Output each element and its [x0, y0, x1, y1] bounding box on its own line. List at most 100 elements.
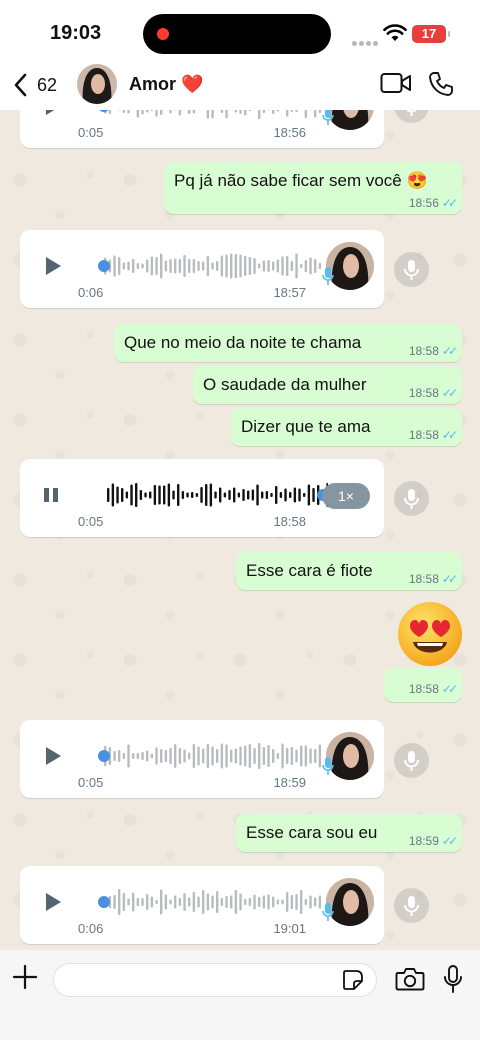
waveform-bar	[135, 483, 138, 507]
emoji-message[interactable]: 18:58 ✓✓	[384, 668, 462, 702]
waveform-bar	[150, 896, 154, 908]
waveform-bar	[141, 898, 144, 906]
waveform-bar	[172, 490, 175, 500]
unread-count[interactable]: 62	[37, 75, 57, 96]
waveform[interactable]	[98, 740, 322, 772]
waveform-bar	[211, 262, 214, 270]
message-meta: 18:58 ✓✓	[408, 386, 458, 400]
voice-message-playing[interactable]: 0:05 18:58 1×	[20, 459, 384, 537]
waveform-bar	[216, 261, 219, 271]
waveform-bar	[206, 744, 210, 768]
outgoing-message[interactable]: Que no meio da noite te chama 18:58 ✓✓	[114, 324, 462, 362]
play-icon[interactable]	[44, 892, 62, 912]
playback-thumb[interactable]	[98, 260, 110, 272]
waveform-bar	[233, 487, 236, 503]
message-meta: 18:58 ✓✓	[409, 428, 458, 442]
phone-icon[interactable]	[428, 71, 454, 97]
waveform-bar	[223, 492, 227, 498]
waveform-bar	[113, 895, 116, 909]
waveform-bar	[314, 897, 317, 907]
playback-thumb[interactable]	[98, 896, 110, 908]
waveform-bar	[284, 488, 287, 502]
video-call-icon[interactable]	[380, 72, 412, 94]
waveform-bar	[132, 892, 135, 912]
message-text: Dizer que te ama	[241, 417, 371, 436]
outgoing-message[interactable]: Pq já não sabe ficar sem você 😍 18:56 ✓✓	[164, 162, 462, 214]
transcribe-button[interactable]	[394, 252, 429, 287]
waveform-bar	[220, 898, 224, 906]
waveform-bar	[225, 896, 228, 908]
chevron-left-icon[interactable]	[12, 72, 30, 98]
waveform-bar	[230, 253, 233, 279]
outgoing-message[interactable]: Esse cara sou eu 18:59 ✓✓	[236, 814, 462, 852]
status-time: 19:03	[50, 22, 102, 44]
waveform-bar	[304, 260, 308, 272]
waveform-bar	[309, 748, 312, 764]
voice-message[interactable]: 0:06 19:01	[20, 866, 384, 944]
waveform-bar	[146, 894, 149, 910]
message-time: 19:01	[273, 921, 306, 936]
waveform-bar	[304, 899, 308, 905]
waveform-bar	[230, 749, 233, 763]
waveform[interactable]	[98, 250, 322, 282]
message-time: 18:59	[408, 834, 439, 848]
voice-message[interactable]: 0:05 18:59	[20, 720, 384, 798]
message-time: 18:58	[408, 572, 439, 586]
message-input[interactable]	[53, 963, 377, 997]
voice-duration: 0:05	[78, 775, 104, 790]
message-time: 18:58	[408, 386, 439, 400]
message-text: Esse cara é fiote	[246, 561, 373, 580]
transcribe-button[interactable]	[394, 888, 429, 923]
outgoing-message[interactable]: Esse cara é fiote 18:58 ✓✓	[236, 552, 462, 590]
mic-icon	[322, 903, 334, 921]
waveform-bar	[314, 749, 317, 763]
waveform-bar	[206, 893, 210, 911]
waveform-bar	[248, 257, 252, 275]
waveform-bar	[125, 491, 129, 499]
transcribe-button[interactable]	[394, 743, 429, 778]
waveform-bar	[167, 483, 171, 507]
waveform-bar	[279, 492, 283, 498]
waveform-bar	[300, 264, 303, 268]
message-time: 18:58	[408, 344, 439, 358]
play-icon[interactable]	[44, 746, 62, 766]
waveform-bar	[188, 259, 191, 273]
waveform-bar	[181, 491, 185, 499]
waveform[interactable]	[98, 479, 328, 511]
contact-name[interactable]: Amor ❤️	[129, 74, 203, 95]
waveform-bar	[141, 263, 144, 269]
waveform-bar	[202, 261, 205, 271]
waveform[interactable]	[98, 886, 322, 918]
transcribe-button[interactable]	[394, 481, 429, 516]
dynamic-island	[143, 14, 331, 54]
message-time: 18:56	[273, 125, 306, 140]
contact-avatar[interactable]	[77, 64, 117, 104]
waveform-bar	[178, 748, 182, 764]
waveform-bar	[144, 492, 147, 498]
sticker-icon[interactable]	[342, 969, 364, 991]
waveform-bar	[177, 484, 180, 506]
outgoing-message[interactable]: O saudade da mulher 18:58 ✓✓	[193, 366, 462, 404]
pause-icon[interactable]	[42, 485, 60, 505]
play-icon[interactable]	[44, 256, 62, 276]
waveform-bar	[244, 256, 247, 276]
waveform-bar	[169, 259, 172, 273]
waveform-bar	[237, 492, 241, 498]
voice-message[interactable]: 0:06 18:57	[20, 230, 384, 308]
waveform-bar	[298, 488, 301, 502]
outgoing-message[interactable]: Dizer que te ama 18:58 ✓✓	[231, 408, 462, 446]
plus-icon[interactable]	[12, 964, 38, 990]
playback-thumb[interactable]	[98, 750, 110, 762]
waveform-bar	[267, 260, 270, 272]
waveform-bar	[216, 749, 219, 763]
waveform-bar	[155, 900, 158, 904]
camera-icon[interactable]	[395, 966, 425, 992]
waveform-bar	[258, 743, 261, 769]
message-meta: 18:59 ✓✓	[408, 834, 458, 848]
waveform-bar	[149, 491, 152, 499]
waveform-bar	[197, 896, 200, 908]
waveform-bar	[261, 491, 264, 499]
message-time: 18:58	[273, 514, 306, 529]
mic-icon[interactable]	[443, 964, 463, 994]
playback-speed-button[interactable]: 1×	[322, 483, 370, 509]
